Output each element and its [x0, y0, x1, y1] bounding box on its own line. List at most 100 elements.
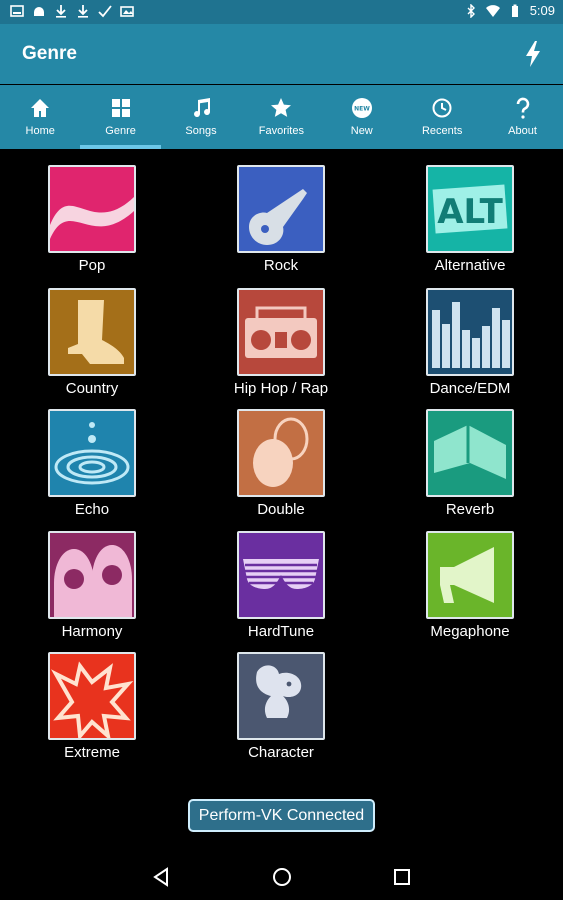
- tab-label: Favorites: [258, 125, 304, 137]
- system-navigation-bar: [0, 852, 563, 900]
- question-icon: [516, 97, 529, 119]
- tab-label: Songs: [185, 125, 217, 137]
- wifi-icon: [485, 4, 500, 17]
- star-icon: [271, 98, 292, 117]
- genre-label: Pop: [78, 257, 106, 274]
- system-status: 5:09: [464, 3, 555, 18]
- genre-rock[interactable]: Rock: [221, 165, 341, 274]
- tab-label: New: [350, 125, 373, 137]
- shutter-shades-icon: [239, 533, 323, 617]
- page-title: Genre: [22, 43, 77, 64]
- room-icon: [428, 411, 512, 495]
- genre-label: Alternative: [434, 257, 506, 274]
- explosion-icon: [50, 654, 134, 738]
- country-tile: [48, 288, 136, 376]
- tab-label: Home: [25, 125, 55, 137]
- tab-new[interactable]: NEW New: [322, 85, 402, 149]
- alternative-tile: ALT: [426, 165, 514, 253]
- megaphone-icon: [428, 533, 512, 617]
- lightning-icon[interactable]: [523, 40, 543, 68]
- character-tile: [237, 652, 325, 740]
- music-note-icon: [193, 98, 210, 118]
- rock-tile: [237, 165, 325, 253]
- genre-label: Character: [248, 744, 314, 761]
- genre-echo[interactable]: Echo: [32, 409, 152, 518]
- genre-hardtune[interactable]: HardTune: [221, 531, 341, 640]
- two-singers-icon: [50, 533, 134, 617]
- double-tile: [237, 409, 325, 497]
- clock-icon: [432, 98, 452, 118]
- gallery-icon: [120, 4, 134, 18]
- genre-character[interactable]: Character: [221, 652, 341, 761]
- home-icon: [31, 99, 50, 117]
- genre-label: Reverb: [445, 501, 495, 518]
- genre-label: Hip Hop / Rap: [233, 380, 329, 397]
- hardtune-tile: [237, 531, 325, 619]
- reverb-tile: [426, 409, 514, 497]
- download-icon: [76, 4, 90, 18]
- ripple-icon: [50, 411, 134, 495]
- genre-dance-edm[interactable]: Dance/EDM: [410, 288, 530, 397]
- clock-time: 5:09: [529, 3, 555, 18]
- genre-label: Harmony: [61, 623, 123, 640]
- echo-tile: [48, 409, 136, 497]
- tab-bar: Home Genre Songs Favorites NEW New Recen…: [0, 85, 563, 149]
- genre-extreme[interactable]: Extreme: [32, 652, 152, 761]
- wave-icon: [50, 167, 134, 251]
- notification-icons: [10, 4, 134, 18]
- genre-alternative[interactable]: ALT Alternative: [410, 165, 530, 274]
- recent-apps-icon[interactable]: [391, 866, 413, 888]
- svg-text:NEW: NEW: [354, 106, 370, 113]
- hip-hop-tile: [237, 288, 325, 376]
- dance-tile: [426, 288, 514, 376]
- tab-label: Genre: [105, 125, 136, 137]
- genre-label: Extreme: [64, 744, 120, 761]
- tab-genre[interactable]: Genre: [80, 85, 162, 149]
- equalizer-icon: [428, 290, 512, 374]
- double-shape-icon: [239, 411, 323, 495]
- genre-label: Megaphone: [430, 623, 510, 640]
- tab-about[interactable]: About: [482, 85, 562, 149]
- home-button-icon[interactable]: [271, 866, 293, 888]
- pop-tile: [48, 165, 136, 253]
- genre-label: Dance/EDM: [429, 380, 511, 397]
- guitar-icon: [239, 167, 323, 251]
- genre-reverb[interactable]: Reverb: [410, 409, 530, 518]
- genre-label: HardTune: [247, 623, 315, 640]
- genre-label: Rock: [263, 257, 299, 274]
- tab-favorites[interactable]: Favorites: [241, 85, 321, 149]
- genre-harmony[interactable]: Harmony: [32, 531, 152, 640]
- genre-label: Double: [257, 501, 305, 518]
- boombox-icon: [239, 290, 323, 374]
- extreme-tile: [48, 652, 136, 740]
- app-bar: Genre: [0, 24, 563, 84]
- tab-label: About: [508, 125, 537, 137]
- bluetooth-icon: [467, 3, 475, 18]
- android-notification-icon: [32, 4, 46, 18]
- alt-text-icon: ALT: [428, 167, 512, 251]
- download-icon: [54, 4, 68, 18]
- megaphone-tile: [426, 531, 514, 619]
- tab-home[interactable]: Home: [0, 85, 80, 149]
- poodle-icon: [239, 654, 323, 738]
- genre-double[interactable]: Double: [221, 409, 341, 518]
- cowboy-boot-icon: [50, 290, 134, 374]
- tab-recents[interactable]: Recents: [402, 85, 482, 149]
- status-bar: 5:09: [0, 0, 563, 24]
- tab-songs[interactable]: Songs: [161, 85, 241, 149]
- back-icon[interactable]: [150, 866, 172, 888]
- genre-megaphone[interactable]: Megaphone: [410, 531, 530, 640]
- device-connection-button[interactable]: Perform-VK Connected: [188, 799, 375, 832]
- genre-label: Echo: [74, 501, 110, 518]
- genre-label: Country: [65, 380, 119, 397]
- image-notification-icon: [10, 4, 24, 18]
- harmony-tile: [48, 531, 136, 619]
- genre-country[interactable]: Country: [32, 288, 152, 397]
- grid-icon: [111, 99, 130, 117]
- battery-icon: [511, 4, 518, 17]
- genre-pop[interactable]: Pop: [32, 165, 152, 274]
- svg-text:ALT: ALT: [437, 192, 503, 232]
- new-badge-icon: NEW: [351, 98, 372, 118]
- genre-hip-hop-rap[interactable]: Hip Hop / Rap: [221, 288, 341, 397]
- check-icon: [98, 4, 112, 18]
